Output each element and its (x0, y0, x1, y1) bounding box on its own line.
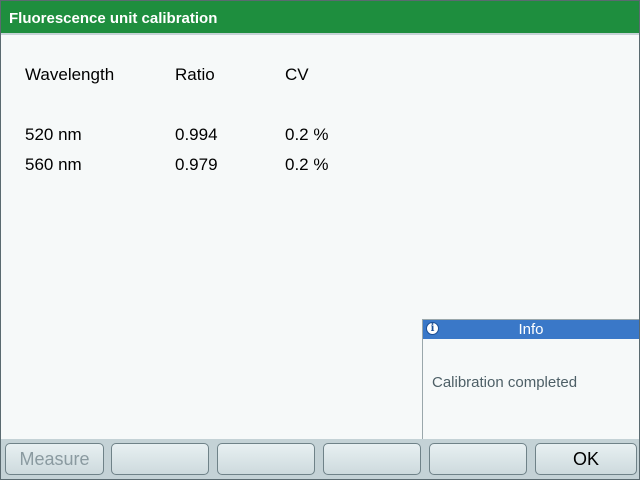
row-520-ratio: 0.994 (175, 125, 218, 144)
softkey-4[interactable] (323, 443, 421, 475)
window-title: Fluorescence unit calibration (9, 10, 218, 27)
softkey-5[interactable] (429, 443, 527, 475)
softkey-3[interactable] (217, 443, 315, 475)
softkey-bar: Measure OK (1, 439, 639, 479)
row-520-wavelength: 520 nm (25, 125, 82, 144)
header-wavelength: Wavelength (25, 65, 115, 84)
info-title: Info (518, 321, 544, 338)
header-ratio: Ratio (175, 65, 215, 84)
row-520-cv: 0.2 % (285, 125, 329, 144)
info-box: i Info Calibration completed (422, 319, 639, 439)
softkey-2[interactable] (111, 443, 209, 475)
calibration-screen: Fluorescence unit calibration Wavelength… (0, 0, 640, 480)
row-560-ratio: 0.979 (175, 155, 218, 174)
header-cv: CV (285, 65, 309, 84)
title-bar: Fluorescence unit calibration (1, 1, 639, 35)
ok-button[interactable]: OK (535, 443, 637, 475)
measure-button[interactable]: Measure (5, 443, 104, 475)
row-560-cv: 0.2 % (285, 155, 329, 174)
row-560-wavelength: 560 nm (25, 155, 82, 174)
info-message: Calibration completed (432, 374, 578, 391)
info-header: i Info (423, 320, 639, 339)
